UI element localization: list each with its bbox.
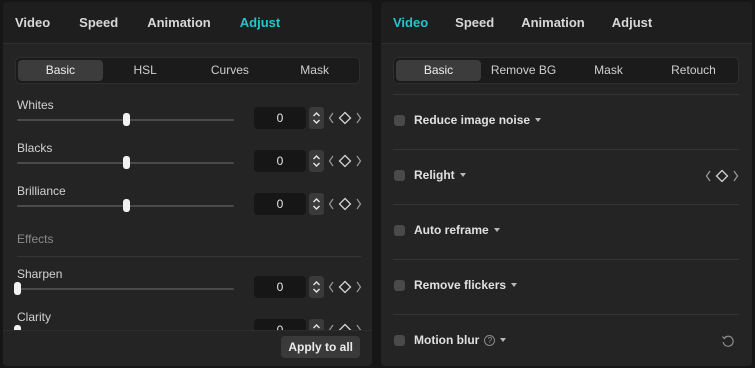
value-input[interactable]: 0 — [254, 276, 306, 298]
keyframe-diamond-icon[interactable] — [705, 169, 739, 183]
option-auto-reframe: Auto reframe — [393, 219, 739, 243]
tab-speed[interactable]: Speed — [79, 15, 118, 30]
value-input[interactable]: 0 — [254, 193, 306, 215]
left-footer: Apply to all — [3, 330, 372, 366]
tab-video[interactable]: Video — [393, 15, 428, 30]
dropdown-caret-icon[interactable] — [535, 118, 542, 122]
stepper-icon — [313, 112, 320, 124]
subtab-retouch[interactable]: Retouch — [651, 60, 736, 81]
option-divider — [393, 204, 739, 205]
slider-track[interactable] — [17, 288, 234, 290]
slider-thumb[interactable] — [14, 282, 21, 295]
value-stepper[interactable] — [309, 107, 324, 129]
dropdown-caret-icon[interactable] — [493, 228, 500, 232]
video-panel: Video Speed Animation Adjust Basic Remov… — [381, 2, 752, 366]
param-blacks: Blacks 0 — [17, 141, 362, 181]
param-label: Whites — [17, 98, 54, 112]
keyframe-diamond-icon[interactable] — [328, 111, 362, 125]
effects-divider — [17, 256, 361, 257]
dropdown-caret-icon[interactable] — [500, 338, 507, 342]
option-label[interactable]: Remove flickers — [414, 278, 518, 292]
keyframe-diamond-icon[interactable] — [328, 154, 362, 168]
tab-video[interactable]: Video — [15, 15, 50, 30]
option-checkbox[interactable] — [394, 280, 405, 291]
apply-to-all-button[interactable]: Apply to all — [281, 336, 360, 358]
tab-animation[interactable]: Animation — [147, 15, 211, 30]
option-checkbox[interactable] — [394, 170, 405, 181]
option-label[interactable]: Relight — [414, 168, 466, 182]
option-label[interactable]: Auto reframe — [414, 223, 500, 237]
param-label: Clarity — [17, 310, 52, 324]
help-icon[interactable]: ? — [484, 334, 496, 346]
value-stepper[interactable] — [309, 276, 324, 298]
stepper-icon — [313, 281, 320, 293]
param-whites: Whites 0 — [17, 98, 362, 138]
stepper-icon — [313, 198, 320, 210]
slider-thumb[interactable] — [123, 113, 130, 126]
stepper-icon — [313, 155, 320, 167]
effects-heading: Effects — [17, 232, 54, 246]
option-relight: Relight — [393, 164, 739, 188]
reset-icon[interactable] — [721, 334, 735, 348]
tab-speed[interactable]: Speed — [455, 15, 494, 30]
value-input[interactable]: 0 — [254, 107, 306, 129]
dropdown-caret-icon[interactable] — [459, 173, 466, 177]
dropdown-caret-icon[interactable] — [511, 283, 518, 287]
option-motion-blur: Motion blur? — [393, 329, 739, 353]
option-checkbox[interactable] — [394, 225, 405, 236]
option-remove-flickers: Remove flickers — [393, 274, 739, 298]
option-label[interactable]: Motion blur? — [414, 333, 507, 347]
option-reduce-image-noise: Reduce image noise — [393, 109, 739, 133]
right-top-tabs: Video Speed Animation Adjust — [381, 2, 752, 44]
subtab-mask[interactable]: Mask — [272, 60, 357, 81]
option-label[interactable]: Reduce image noise — [414, 113, 542, 127]
left-top-tabs: Video Speed Animation Adjust — [3, 2, 372, 44]
subtab-remove-bg[interactable]: Remove BG — [481, 60, 566, 81]
subtab-basic[interactable]: Basic — [396, 60, 481, 81]
keyframe-diamond-icon[interactable] — [328, 280, 362, 294]
option-divider — [393, 314, 739, 315]
keyframe-diamond-icon[interactable] — [328, 197, 362, 211]
option-checkbox[interactable] — [394, 335, 405, 346]
param-label: Brilliance — [17, 184, 66, 198]
slider-thumb[interactable] — [123, 199, 130, 212]
subtabs-divider — [393, 94, 739, 95]
value-input[interactable]: 0 — [254, 150, 306, 172]
value-stepper[interactable] — [309, 193, 324, 215]
param-label: Blacks — [17, 141, 53, 155]
adjust-subtabs: Basic HSL Curves Mask — [15, 57, 360, 84]
option-checkbox[interactable] — [394, 115, 405, 126]
subtab-hsl[interactable]: HSL — [103, 60, 188, 81]
adjust-panel: Video Speed Animation Adjust Basic HSL C… — [3, 2, 372, 366]
option-divider — [393, 149, 739, 150]
subtab-curves[interactable]: Curves — [188, 60, 273, 81]
param-brilliance: Brilliance 0 — [17, 184, 362, 224]
tab-animation[interactable]: Animation — [521, 15, 585, 30]
value-stepper[interactable] — [309, 150, 324, 172]
video-subtabs: Basic Remove BG Mask Retouch — [393, 57, 739, 84]
option-divider — [393, 259, 739, 260]
slider-thumb[interactable] — [123, 156, 130, 169]
param-sharpen: Sharpen 0 — [14, 267, 362, 307]
subtab-basic[interactable]: Basic — [18, 60, 103, 81]
tab-adjust[interactable]: Adjust — [612, 15, 652, 30]
subtab-mask[interactable]: Mask — [566, 60, 651, 81]
tab-adjust[interactable]: Adjust — [240, 15, 280, 30]
param-label: Sharpen — [17, 267, 63, 281]
